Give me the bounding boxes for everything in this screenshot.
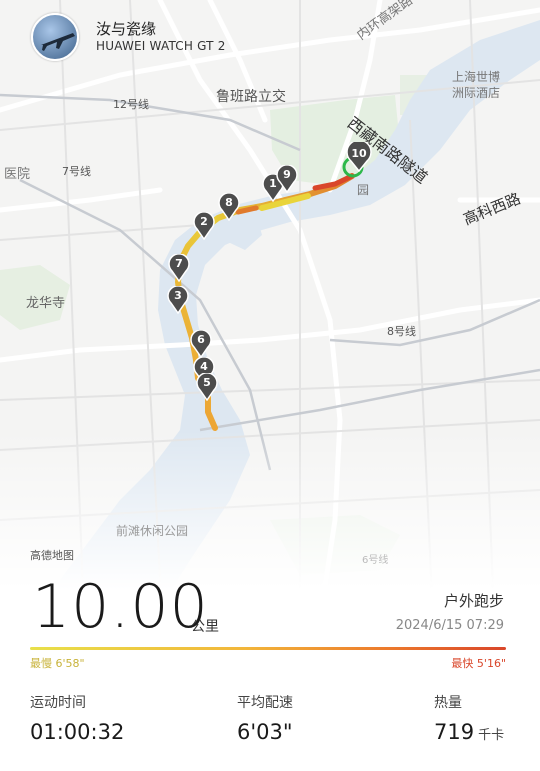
stat-pace: 平均配速 6'03" [237, 692, 293, 744]
fastest-pace: 最快 5'16" [451, 657, 506, 670]
stat-calories: 热量 719 千卡 [434, 692, 504, 744]
activity-datetime: 2024/6/15 07:29 [395, 618, 504, 633]
map-label-hotel-line2: 洲际酒店 [452, 86, 501, 100]
route-marker-9[interactable]: 9 [276, 165, 298, 193]
map-label-metro7: 7号线 [62, 165, 91, 178]
distance-unit: 公里 [191, 619, 219, 635]
route-marker-8[interactable]: 8 [218, 193, 240, 221]
route-marker-7[interactable]: 7 [168, 254, 190, 282]
pace-value: 6'03" [237, 720, 293, 744]
map-label-hospital: 医院 [4, 167, 31, 182]
route-marker-label: 6 [197, 333, 205, 346]
activity-type: 户外跑步 [443, 592, 504, 610]
map-attribution: 高德地图 [30, 549, 74, 562]
calories-label: 热量 [434, 695, 462, 711]
route-marker-2[interactable]: 2 [193, 212, 215, 240]
username: 汝与瓷缘 [96, 20, 157, 38]
map-label-metro6: 6号线 [362, 555, 389, 566]
device-name: HUAWEI WATCH GT 2 [96, 39, 226, 53]
route-marker-6[interactable]: 6 [190, 330, 212, 358]
route-marker-label: 9 [283, 168, 291, 181]
route-marker-label: 7 [175, 257, 183, 270]
route-marker-label: 4 [200, 360, 208, 373]
pace-label: 平均配速 [237, 695, 293, 711]
map-label-lubanlu: 鲁班路立交 [216, 89, 286, 105]
map-label-hotel-line1: 上海世博 [452, 70, 501, 84]
avatar[interactable] [31, 13, 79, 61]
pace-gradient-bar [30, 647, 506, 650]
map-label-longhua: 龙华寺 [26, 296, 66, 311]
slowest-pace: 最慢 6'58" [30, 657, 85, 670]
route-marker-label: 5 [203, 376, 211, 389]
route-marker-3[interactable]: 3 [167, 286, 189, 314]
calories-unit: 千卡 [478, 728, 505, 743]
map-label-metro12: 12号线 [113, 98, 149, 111]
route-marker-label: 10 [351, 147, 367, 160]
route-marker-label: 3 [174, 289, 182, 302]
duration-label: 运动时间 [30, 695, 86, 711]
route-marker-5[interactable]: 5 [196, 373, 218, 401]
stat-duration: 运动时间 01:00:32 [30, 692, 124, 744]
map-label-metro8: 8号线 [387, 325, 416, 338]
airplane-icon [41, 33, 75, 51]
route-marker-10[interactable]: 10 [346, 142, 372, 172]
distance-value: 10.00 [32, 572, 209, 642]
route-marker-label: 8 [225, 196, 233, 209]
route-marker-label: 2 [200, 215, 208, 228]
duration-value: 01:00:32 [30, 720, 125, 744]
map-label-qiantan: 前滩休闲公园 [116, 524, 189, 538]
calories-value: 719 [434, 720, 475, 744]
user-header: 汝与瓷缘 HUAWEI WATCH GT 2 [28, 12, 328, 68]
map-label-yuan: 园 [357, 183, 370, 197]
